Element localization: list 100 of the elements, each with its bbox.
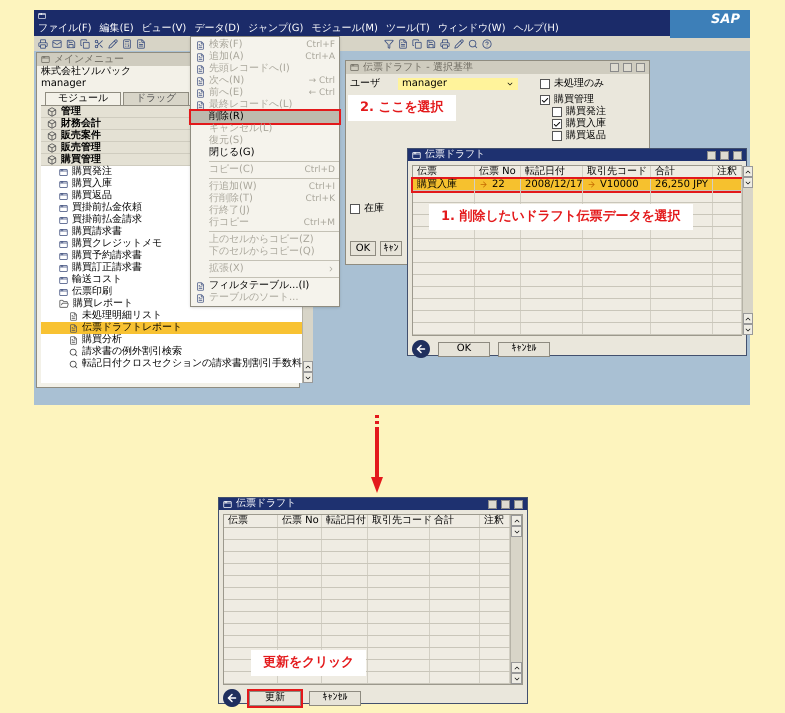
printer-icon[interactable] <box>38 38 48 48</box>
calculator-icon[interactable] <box>122 38 132 48</box>
window-icon <box>59 204 68 212</box>
scroll-up-button[interactable] <box>743 166 753 177</box>
scissors-icon[interactable] <box>94 38 104 48</box>
filter-icon[interactable] <box>384 38 394 48</box>
menu[interactable]: ビュー(V) <box>142 23 186 35</box>
document-icon <box>69 312 78 320</box>
window-icon <box>223 500 232 508</box>
tree-item[interactable]: 転記日付クロスセクションの請求書別割引手数料 <box>41 358 302 370</box>
checkbox[interactable] <box>540 79 550 89</box>
tree-item[interactable]: 購買分析 <box>41 334 302 346</box>
scroll-down-button[interactable] <box>303 372 313 383</box>
window-icon <box>59 216 68 224</box>
scroll-down-button[interactable] <box>511 526 522 537</box>
copy-icon[interactable] <box>80 38 90 48</box>
save-icon[interactable] <box>66 38 76 48</box>
scroll-down-button[interactable] <box>743 324 753 335</box>
save-icon[interactable] <box>426 38 436 48</box>
button[interactable]: OK <box>438 342 490 356</box>
menu-item[interactable]: 削除(R) <box>191 111 339 123</box>
window-icon <box>41 55 50 64</box>
callout: 更新をクリック <box>251 650 366 676</box>
printer-icon[interactable] <box>440 38 450 48</box>
box-icon <box>47 118 57 128</box>
column-header[interactable]: 合計 <box>430 515 480 527</box>
copy-icon[interactable] <box>412 38 422 48</box>
menu[interactable]: データ(D) <box>194 23 240 35</box>
document-icon <box>69 336 78 344</box>
user-dropdown[interactable]: manager <box>398 78 518 90</box>
checkbox[interactable] <box>552 119 562 129</box>
help-icon[interactable] <box>482 38 492 48</box>
tree-item[interactable]: 伝票ドラフトレポート <box>41 322 302 334</box>
close-button[interactable] <box>733 150 742 160</box>
minimize-button[interactable] <box>707 150 716 160</box>
mail-icon[interactable] <box>52 38 62 48</box>
table-cell: 購買入庫 <box>417 178 457 190</box>
button[interactable]: ｷｬﾝｾﾙ <box>309 690 361 706</box>
menu[interactable]: モジュール(M) <box>311 23 378 35</box>
tab[interactable]: ドラッグ <box>123 92 189 105</box>
maximize-button[interactable] <box>720 150 729 160</box>
column-header[interactable]: 伝票 <box>224 515 278 527</box>
column-header[interactable]: 転記日付 <box>322 515 368 527</box>
pencil-icon[interactable] <box>108 38 118 48</box>
company-name: 株式会社ソルパック <box>40 66 132 78</box>
window-icon <box>59 264 68 272</box>
column-header[interactable]: 取引先コード <box>368 515 430 527</box>
scroll-down-button[interactable] <box>743 177 753 188</box>
document-icon <box>196 100 204 110</box>
scroll-up-button[interactable] <box>743 313 753 324</box>
button[interactable]: 更新 <box>249 690 301 706</box>
checkbox[interactable] <box>552 107 562 117</box>
menu-item[interactable]: フィルタテーブル...(I) <box>191 280 339 292</box>
logo: SAP <box>670 10 750 38</box>
document-icon <box>196 294 204 302</box>
window-icon <box>59 180 68 188</box>
window-icon <box>59 168 68 176</box>
search-icon <box>69 360 78 368</box>
document-icon <box>196 88 204 98</box>
maximize-button[interactable] <box>501 500 510 508</box>
menu[interactable]: ファイル(F) <box>38 23 92 35</box>
close-button[interactable] <box>514 500 523 508</box>
document-icon[interactable] <box>136 38 146 48</box>
document-icon <box>196 282 204 290</box>
window-title: 伝票ドラフト - 選択基準 <box>363 62 473 74</box>
scrollbar[interactable] <box>742 166 753 335</box>
window-title: メインメニュー <box>54 54 124 66</box>
checkbox[interactable] <box>552 131 562 141</box>
scrollbar[interactable] <box>510 515 522 684</box>
document-icon[interactable] <box>398 38 408 48</box>
menu[interactable]: ウィンドウ(W) <box>438 23 506 35</box>
scroll-up-button[interactable] <box>303 361 313 372</box>
tree-item[interactable]: 未処理明細リスト <box>41 310 302 322</box>
minimize-button[interactable] <box>488 500 497 508</box>
box-icon <box>47 142 57 152</box>
window-icon <box>59 240 68 248</box>
menu[interactable]: 編集(E) <box>100 23 134 35</box>
callout: 1. 削除したいドラフト伝票データを選択 <box>429 204 693 230</box>
menu[interactable]: ヘルプ(H) <box>513 23 559 35</box>
window-icon <box>350 63 359 72</box>
tab[interactable]: モジュール <box>45 92 121 105</box>
scroll-up-button[interactable] <box>511 662 522 673</box>
search-icon[interactable] <box>468 38 478 48</box>
tree-item[interactable]: 請求書の例外割引検索 <box>41 346 302 358</box>
ok-button[interactable]: OK <box>350 241 376 256</box>
pencil-icon[interactable] <box>454 38 464 48</box>
scroll-down-button[interactable] <box>511 673 522 684</box>
document-icon <box>196 76 204 86</box>
scroll-up-button[interactable] <box>511 515 522 526</box>
cancel-button[interactable]: ｷｬﾝ <box>380 241 402 256</box>
checkbox-label: 購買返品 <box>566 130 606 142</box>
menu[interactable]: ツール(T) <box>386 23 430 35</box>
checkbox[interactable] <box>540 95 550 105</box>
button[interactable]: ｷｬﾝｾﾙ <box>498 342 550 356</box>
box-icon <box>47 154 57 164</box>
checkbox[interactable] <box>350 204 360 214</box>
column-header[interactable]: 伝票 No <box>278 515 322 527</box>
document-icon <box>196 40 204 50</box>
menu[interactable]: ジャンプ(G) <box>248 23 304 35</box>
table-cell: 2008/12/17 <box>525 178 583 190</box>
